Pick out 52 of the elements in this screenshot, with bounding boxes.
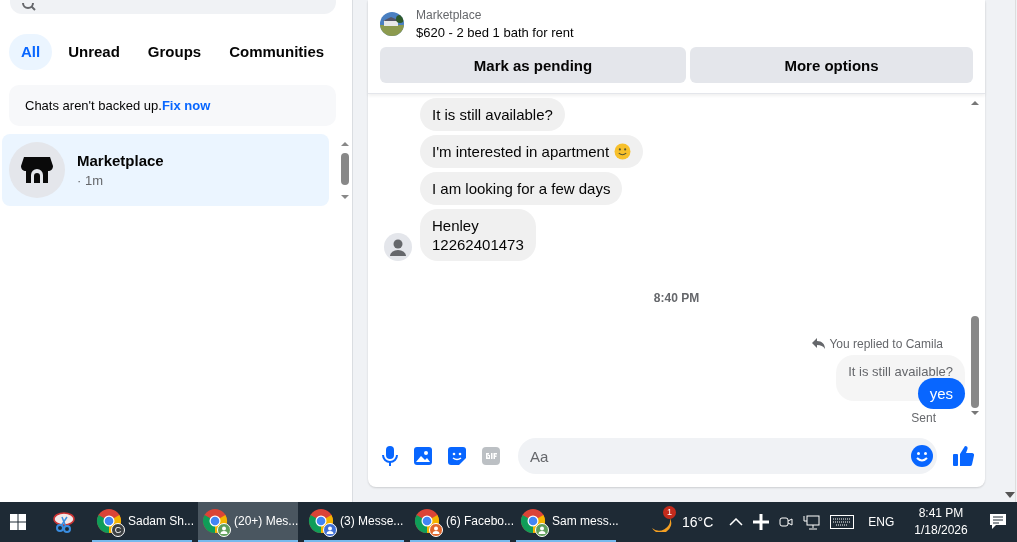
message-bubble: yes [917, 378, 965, 409]
taskbar-button[interactable]: (3) Messe... [304, 502, 404, 542]
store-icon [21, 155, 53, 185]
listing-source: Marketplace [416, 8, 483, 22]
message-bubble: I'm interested in apartment [420, 135, 644, 168]
fix-now-link[interactable]: Fix now [161, 98, 211, 113]
windows-logo-icon[interactable] [10, 514, 26, 530]
scissors-icon[interactable] [52, 511, 76, 533]
plus-icon[interactable] [753, 514, 770, 530]
temperature[interactable]: 16°C [682, 514, 714, 530]
camera-icon[interactable] [779, 514, 794, 530]
profile-badge: C [111, 523, 125, 537]
filter-tab[interactable]: Communities [217, 34, 337, 70]
timestamp: 8:40 PM [652, 291, 701, 305]
filter-tab[interactable]: Unread [56, 34, 132, 70]
backup-notice: Chats aren't backed up.Fix now [9, 85, 336, 126]
network-icon[interactable] [803, 514, 821, 530]
taskbar-label: Sadam Sh... [128, 514, 195, 528]
action-button[interactable]: More options [690, 47, 973, 83]
scroll-down-arrow-icon[interactable] [1005, 492, 1015, 498]
message-bubble: I am looking for a few days [420, 172, 623, 205]
listing-title: $620 - 2 bed 1 bath for rent [416, 25, 574, 40]
chat-item[interactable]: Marketplace · 1m [2, 134, 329, 206]
keyboard-icon[interactable] [830, 515, 855, 529]
sent-status: Sent [910, 411, 937, 425]
action-button[interactable]: Mark as pending [380, 47, 686, 83]
taskbar-button[interactable]: Sam mess... [516, 502, 616, 542]
taskbar-button[interactable]: (20+) Mes... [198, 502, 298, 542]
notification-badge: 1 [663, 505, 676, 519]
thumbs-up-icon[interactable] [953, 445, 975, 467]
filter-tab[interactable]: Groups [135, 34, 214, 70]
reply-label: You replied to Camila [829, 337, 943, 351]
chat-time: · 1m [77, 173, 104, 188]
taskbar-label: (3) Messe... [340, 514, 404, 528]
language-indicator[interactable]: ENG [868, 515, 895, 529]
message-bubble: It is still available? [420, 98, 565, 131]
sticker-icon[interactable] [448, 447, 466, 465]
filter-tab[interactable]: All [9, 34, 53, 70]
microphone-icon[interactable] [382, 446, 398, 466]
taskbar-label: Sam mess... [552, 514, 619, 528]
search-icon [22, 3, 36, 11]
taskbar-button[interactable]: C Sadam Sh... [92, 502, 192, 542]
chevron-up-icon[interactable] [729, 518, 744, 526]
message-field[interactable]: Aa [518, 438, 937, 474]
clock[interactable]: 8:41 PM 1/18/2026 [914, 505, 968, 539]
image-icon[interactable] [414, 447, 432, 465]
notifications-icon[interactable] [989, 514, 1006, 530]
message-bubble: Henley 12262401473 [420, 209, 536, 261]
emoji-icon[interactable] [911, 445, 933, 467]
reply-icon [812, 338, 826, 350]
taskbar-label: (20+) Mes... [234, 514, 299, 528]
chat-name: Marketplace [77, 152, 164, 169]
